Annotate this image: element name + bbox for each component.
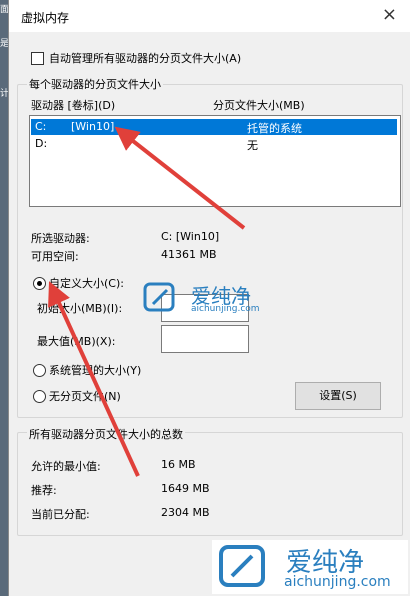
annotation-overlay bbox=[48, 126, 246, 477]
arrow-to-custom-size bbox=[48, 281, 140, 477]
arrow-to-drive-c bbox=[114, 126, 246, 230]
